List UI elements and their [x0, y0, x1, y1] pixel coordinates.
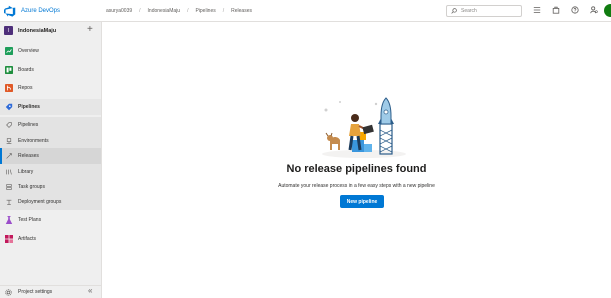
sidebar-item-label: Boards — [18, 67, 34, 73]
sidebar-item-artifacts[interactable]: Artifacts — [0, 231, 101, 247]
sidebar-item-boards[interactable]: Boards — [0, 62, 101, 78]
sidebar-item-label: Test Plans — [18, 217, 42, 223]
empty-state-title: No release pipelines found — [286, 163, 427, 175]
task-groups-icon — [6, 184, 12, 190]
sidebar-item-label: Environments — [18, 138, 49, 144]
deployment-groups-icon — [6, 199, 12, 205]
breadcrumb-pipelines[interactable]: Pipelines — [195, 8, 215, 14]
sidebar-item-label: Pipelines — [18, 122, 39, 128]
sidebar-item-overview[interactable]: Overview — [0, 43, 101, 59]
boards-icon — [5, 66, 13, 74]
avatar[interactable] — [604, 4, 611, 17]
list-icon[interactable] — [532, 5, 541, 14]
sidebar-subitem-task-groups[interactable]: Task groups — [0, 179, 101, 195]
search-input[interactable]: Search — [446, 5, 522, 17]
sidebar-item-label: Artifacts — [18, 236, 37, 242]
sidebar-item-pipelines[interactable]: Pipelines — [0, 99, 101, 115]
library-icon — [6, 169, 12, 175]
sidebar-item-label: Deployment groups — [18, 199, 62, 205]
collapse-sidebar-icon[interactable]: « — [88, 287, 92, 295]
sidebar-item-label: Releases — [18, 153, 39, 159]
breadcrumb-separator: / — [139, 7, 141, 14]
breadcrumb-separator: / — [222, 7, 225, 14]
breadcrumb-org[interactable]: asurya0039 — [106, 8, 132, 14]
sidebar-item-label: Pipelines — [18, 104, 40, 110]
breadcrumb-releases[interactable]: Releases — [231, 8, 252, 14]
app-name: Azure DevOps — [21, 7, 61, 14]
repos-icon — [5, 84, 13, 92]
environments-icon — [6, 138, 12, 144]
sidebar-item-label: Task groups — [18, 184, 45, 190]
project-header[interactable]: I IndonesiaMaju — [0, 22, 101, 39]
releases-icon — [6, 153, 12, 159]
project-settings-label: Project settings — [18, 289, 53, 295]
sidebar-item-label: Library — [18, 169, 34, 175]
new-pipeline-button[interactable]: New pipeline — [340, 195, 384, 208]
top-icons — [532, 5, 608, 14]
search-icon — [451, 8, 457, 14]
pipeline-rocket-icon — [6, 122, 12, 128]
release-illustration-icon — [322, 97, 406, 158]
sidebar-item-label: Overview — [18, 48, 39, 54]
sidebar-item-label: Repos — [18, 85, 33, 91]
sidebar-subitem-releases[interactable]: Releases — [0, 148, 101, 164]
project-name: IndonesiaMaju — [18, 27, 57, 34]
gear-icon — [5, 288, 12, 296]
overview-icon — [5, 47, 13, 55]
breadcrumb-project[interactable]: IndonesiaMaju — [148, 8, 181, 14]
user-settings-icon[interactable] — [589, 5, 598, 14]
add-icon[interactable]: + — [87, 25, 93, 35]
sidebar-subitem-deployment-groups[interactable]: Deployment groups — [0, 194, 101, 210]
project-badge: I — [4, 26, 13, 35]
pipelines-icon — [5, 103, 13, 111]
top-bar: Azure DevOps asurya0039 / IndonesiaMaju … — [0, 0, 611, 22]
azure-devops-logo-icon — [4, 5, 16, 17]
artifacts-icon — [5, 235, 13, 243]
marketplace-icon[interactable] — [551, 5, 560, 14]
sidebar: I IndonesiaMaju + Overview Boards Repos … — [0, 22, 102, 298]
empty-state-subtitle: Automate your release process in a few e… — [278, 183, 435, 189]
sidebar-subitem-library[interactable]: Library — [0, 164, 101, 180]
test-plans-icon — [5, 216, 13, 224]
sidebar-item-repos[interactable]: Repos — [0, 80, 101, 96]
project-settings-button[interactable]: Project settings — [0, 285, 101, 298]
breadcrumb-separator: / — [187, 7, 189, 14]
brand[interactable]: Azure DevOps — [0, 5, 102, 17]
breadcrumb: asurya0039 / IndonesiaMaju / Pipelines /… — [106, 8, 252, 14]
help-icon[interactable] — [570, 5, 579, 14]
search-placeholder: Search — [461, 8, 477, 14]
sidebar-subitem-environments[interactable]: Environments — [0, 133, 101, 149]
sidebar-subitem-pipelines[interactable]: Pipelines — [0, 117, 101, 133]
empty-state-illustration — [318, 96, 408, 163]
sidebar-item-test-plans[interactable]: Test Plans — [0, 212, 101, 228]
